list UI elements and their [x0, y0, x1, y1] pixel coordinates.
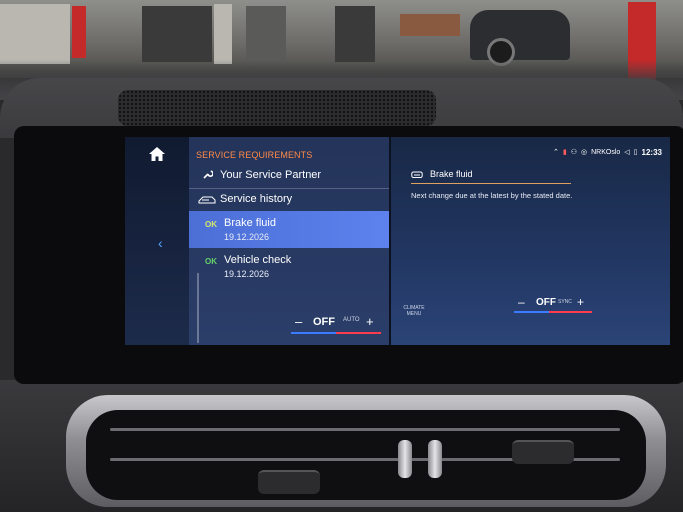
- car-history-icon: [198, 196, 216, 204]
- clock: 12:33: [641, 147, 662, 157]
- vent-tab[interactable]: [512, 440, 574, 464]
- vent-slat: [110, 428, 620, 431]
- list-item-service-partner[interactable]: Your Service Partner: [189, 163, 389, 189]
- list-item-brake-fluid[interactable]: OK Brake fluid 19.12.2026: [189, 211, 389, 248]
- tool-cabinet: [246, 6, 286, 62]
- temperature-bar: [291, 332, 381, 334]
- climate-control-right: – OFF SYNC +: [509, 295, 609, 317]
- user-icon: ⚇: [570, 149, 577, 156]
- chevron-left-icon[interactable]: ‹: [158, 235, 163, 251]
- sidebar: ‹: [125, 137, 189, 345]
- engine-part: [400, 14, 460, 36]
- garage-post: [214, 4, 232, 64]
- list-item-label: Service history: [220, 193, 293, 205]
- list-item-label: Brake fluid: [224, 217, 276, 229]
- temperature-plus-button[interactable]: +: [577, 295, 584, 309]
- climate-value[interactable]: OFF: [536, 297, 556, 308]
- home-icon[interactable]: [149, 147, 165, 161]
- list-item-service-history[interactable]: Service history: [189, 188, 389, 212]
- signal-icon: ⌃: [552, 149, 559, 156]
- ok-badge: OK: [205, 257, 217, 266]
- list-item-label: Your Service Partner: [220, 169, 322, 181]
- infotainment-screen: ‹ SERVICE REQUIREMENTS Your Service Part…: [125, 137, 670, 345]
- service-requirements-panel: SERVICE REQUIREMENTS Your Service Partne…: [189, 137, 389, 345]
- tool-shelf: [142, 6, 212, 62]
- temperature-minus-button[interactable]: –: [518, 295, 525, 309]
- ok-badge: OK: [205, 220, 217, 229]
- status-bar: ⌃ ▮ ⚇ ◎ NRKOslo ◁ ▯ 12:33: [553, 146, 662, 158]
- scrollbar[interactable]: [197, 273, 199, 343]
- vent-knob[interactable]: [398, 440, 412, 478]
- list-item-label: Vehicle check: [224, 254, 292, 266]
- list-item-date: 19.12.2026: [224, 232, 270, 242]
- tire-stack: [335, 6, 375, 62]
- panel-title: SERVICE REQUIREMENTS: [196, 150, 313, 160]
- volume-icon: ◁: [624, 149, 630, 156]
- wrench-icon: [203, 170, 213, 179]
- car-front-icon: [411, 171, 423, 178]
- garage-door: [0, 4, 70, 64]
- parked-car: [470, 10, 570, 60]
- detail-description: Next change due at the latest by the sta…: [411, 191, 573, 200]
- vent-knob[interactable]: [428, 440, 442, 478]
- detail-title: Brake fluid: [430, 169, 473, 179]
- speaker-grille: [118, 90, 436, 126]
- temperature-minus-button[interactable]: –: [295, 314, 302, 329]
- temperature-bar: [514, 311, 592, 313]
- detail-header: Brake fluid: [411, 169, 571, 184]
- detail-panel: ⌃ ▮ ⚇ ◎ NRKOslo ◁ ▯ 12:33 Brake fluid Ne…: [391, 137, 670, 345]
- network-name: NRKOslo: [591, 148, 621, 156]
- climate-menu-button[interactable]: CLIMATE MENU: [399, 305, 429, 317]
- climate-mode: AUTO: [343, 317, 360, 323]
- radio-icon: ◎: [580, 149, 588, 156]
- climate-control-left: – OFF AUTO +: [281, 312, 393, 334]
- temperature-plus-button[interactable]: +: [366, 314, 374, 329]
- climate-value[interactable]: OFF: [313, 316, 335, 328]
- list-item-vehicle-check[interactable]: OK Vehicle check 19.12.2026: [189, 248, 389, 286]
- red-column: [72, 6, 86, 58]
- vent-tab[interactable]: [258, 470, 320, 494]
- list-item-date: 19.12.2026: [224, 269, 270, 279]
- climate-mode: SYNC: [558, 299, 572, 305]
- battery-icon: ▮: [562, 149, 567, 156]
- phone-icon: ▯: [633, 149, 638, 156]
